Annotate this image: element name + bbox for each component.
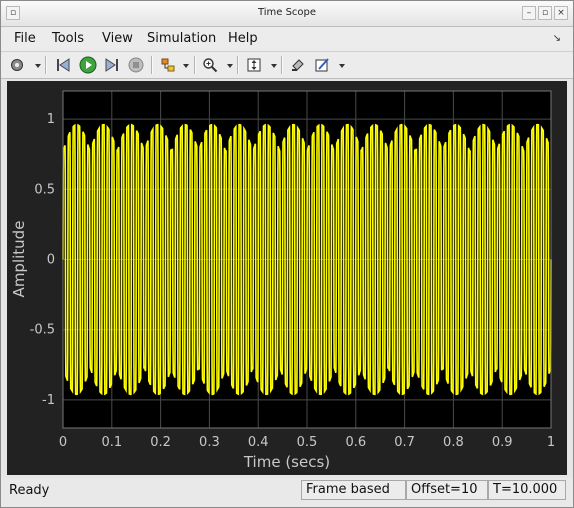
- x-tick-label: 0.5: [297, 435, 318, 450]
- run-icon[interactable]: [78, 55, 98, 75]
- frame-mode-field: Frame based: [301, 480, 406, 500]
- x-tick-label: 0.7: [394, 435, 415, 450]
- y-tick-label: -0.5: [30, 323, 55, 338]
- toolbar-separator: [237, 56, 239, 74]
- y-tick-label: 1: [47, 112, 55, 127]
- toolbar-separator: [281, 56, 283, 74]
- amplitude-plot[interactable]: 0 0.1 0.2 0.3 0.4 0.5 0.6 0.7 0.8 0.9 1 1 0.5 0 -0.5 -…: [7, 81, 567, 475]
- status-bar: Ready Frame based Offset=10 T=10.000: [1, 478, 573, 507]
- menu-help[interactable]: Help: [228, 31, 258, 46]
- x-tick-label: 1: [547, 435, 555, 450]
- scope-display: 0 0.1 0.2 0.3 0.4 0.5 0.6 0.7 0.8 0.9 1 1 0.5 0 -0.5 -…: [7, 81, 567, 475]
- x-tick-label: 0.6: [345, 435, 366, 450]
- x-tick-label: 0: [59, 435, 67, 450]
- menu-bar: File Tools View Simulation Help ↘: [1, 27, 573, 52]
- zoom-in-icon[interactable]: [200, 55, 220, 75]
- window-title: Time Scope: [257, 7, 317, 18]
- y-tick-labels: 1 0.5 0 -0.5 -1: [30, 112, 55, 408]
- y-tick-label: 0.5: [34, 182, 55, 197]
- style-icon[interactable]: [312, 55, 332, 75]
- close-icon[interactable]: ×: [554, 6, 568, 20]
- menu-simulation[interactable]: Simulation: [147, 31, 216, 46]
- status-text: Ready: [9, 483, 50, 498]
- menu-file[interactable]: File: [14, 31, 36, 46]
- time-scope-window: Time Scope ▫ – ▫ × File Tools View Simul…: [0, 0, 574, 508]
- step-forward-icon[interactable]: [102, 55, 122, 75]
- highlight-icon[interactable]: [288, 55, 308, 75]
- chevron-down-icon[interactable]: [339, 64, 345, 68]
- chevron-down-icon[interactable]: [35, 64, 41, 68]
- window-menu-icon[interactable]: ▫: [6, 6, 20, 20]
- x-tick-label: 0.2: [150, 435, 171, 450]
- toolbar: [1, 52, 573, 79]
- x-tick-label: 0.3: [199, 435, 220, 450]
- chevron-down-icon[interactable]: [271, 64, 277, 68]
- y-tick-label: -1: [42, 393, 55, 408]
- autoscale-icon[interactable]: [244, 55, 264, 75]
- x-tick-label: 0.8: [443, 435, 464, 450]
- signal-selection-icon[interactable]: [158, 55, 178, 75]
- x-tick-label: 0.9: [492, 435, 513, 450]
- x-tick-label: 0.1: [101, 435, 122, 450]
- stop-icon[interactable]: [126, 55, 146, 75]
- step-back-icon[interactable]: [53, 55, 73, 75]
- chevron-down-icon[interactable]: [227, 64, 233, 68]
- signal-trace: [62, 123, 552, 396]
- x-tick-labels: 0 0.1 0.2 0.3 0.4 0.5 0.6 0.7 0.8 0.9 1: [59, 435, 555, 450]
- offset-field: Offset=10: [406, 480, 488, 500]
- menu-view[interactable]: View: [102, 31, 133, 46]
- time-field: T=10.000: [488, 480, 566, 500]
- x-tick-label: 0.4: [248, 435, 269, 450]
- toolbar-separator: [151, 56, 153, 74]
- y-axis-label: Amplitude: [10, 221, 28, 298]
- toolbar-separator: [194, 56, 196, 74]
- chevron-down-icon[interactable]: [183, 64, 189, 68]
- menu-tools[interactable]: Tools: [52, 31, 84, 46]
- undock-icon[interactable]: ↘: [553, 33, 561, 44]
- toolbar-separator: [45, 56, 47, 74]
- y-tick-label: 0: [47, 253, 55, 268]
- title-bar: Time Scope ▫ – ▫ ×: [1, 1, 573, 27]
- gear-icon[interactable]: [7, 55, 27, 75]
- maximize-icon[interactable]: ▫: [538, 6, 552, 20]
- x-axis-label: Time (secs): [243, 453, 330, 471]
- minimize-icon[interactable]: –: [522, 6, 536, 20]
